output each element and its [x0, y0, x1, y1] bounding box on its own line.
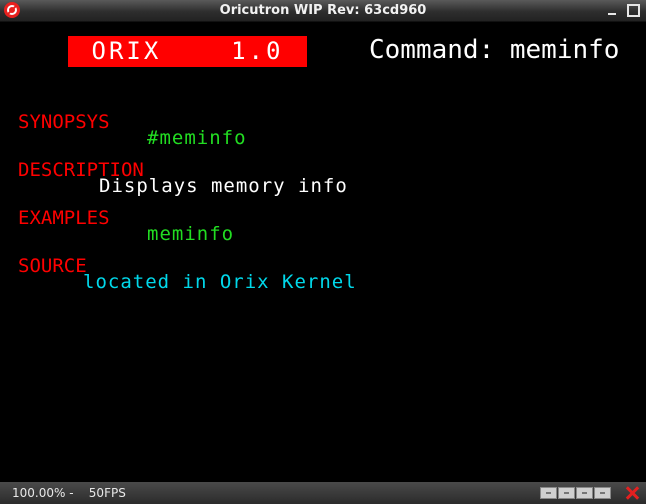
window-title: Oricutron WIP Rev: 63cd960: [219, 3, 427, 18]
section-value-description: Displays memory info: [99, 175, 348, 197]
emulator-screen[interactable]: ORIX 1.0 Command: meminfo SYNOPSYS #memi…: [3, 22, 643, 482]
section-heading-examples: EXAMPLES: [18, 207, 110, 229]
close-icon[interactable]: [624, 485, 640, 501]
emulator-window: Oricutron WIP Rev: 63cd960 ORIX 1.0 Comm…: [0, 0, 646, 504]
zoom-fps-readout: 100.00% - 50FPS: [12, 486, 126, 500]
section-value-synopsys: #meminfo: [147, 127, 247, 149]
maximize-button[interactable]: [627, 4, 640, 17]
section-heading-synopsys: SYNOPSYS: [18, 111, 110, 133]
minimize-button[interactable]: [606, 4, 619, 17]
section-value-examples: meminfo: [147, 223, 235, 245]
title-bar[interactable]: Oricutron WIP Rev: 63cd960: [0, 0, 646, 22]
os-header-banner: ORIX 1.0: [68, 36, 307, 67]
status-bar: 100.00% - 50FPS: [0, 482, 646, 504]
tray-button-3[interactable]: [576, 487, 593, 499]
tray-button-2[interactable]: [558, 487, 575, 499]
tray-button-4[interactable]: [594, 487, 611, 499]
section-heading-source: SOURCE: [18, 255, 87, 277]
section-value-source: located in Orix Kernel: [83, 271, 357, 293]
os-label: ORIX 1.0: [91, 37, 284, 65]
tray-button-1[interactable]: [540, 487, 557, 499]
command-title: Command: meminfo: [369, 35, 620, 65]
